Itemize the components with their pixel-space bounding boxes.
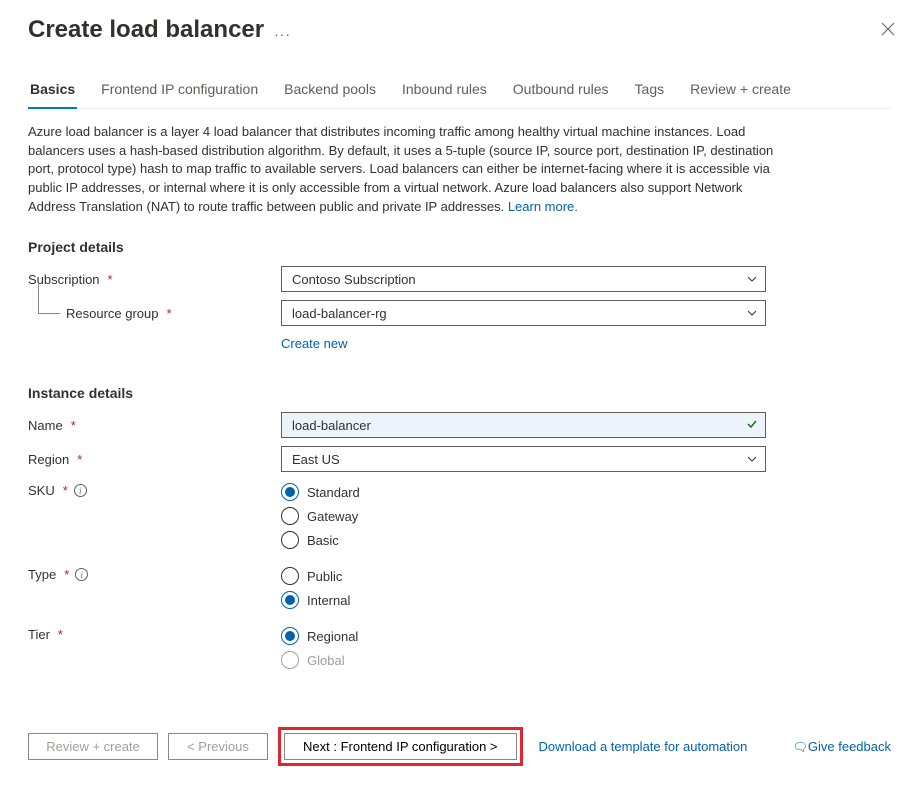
sku-radio-group: Standard Gateway Basic <box>281 483 360 549</box>
resource-group-label: Resource group <box>66 306 159 321</box>
feedback-icon: 🗨 <box>793 740 808 754</box>
sku-label: SKU <box>28 483 55 498</box>
info-icon[interactable]: i <box>75 568 88 581</box>
sku-option-basic[interactable]: Basic <box>281 531 360 549</box>
name-label: Name <box>28 418 63 433</box>
required-indicator: * <box>64 567 69 582</box>
required-indicator: * <box>71 418 76 433</box>
give-feedback-link[interactable]: 🗨Give feedback <box>793 739 891 754</box>
subscription-select[interactable]: Contoso Subscription <box>281 266 766 292</box>
type-option-internal[interactable]: Internal <box>281 591 350 609</box>
sku-option-standard[interactable]: Standard <box>281 483 360 501</box>
tab-tags[interactable]: Tags <box>633 73 667 109</box>
check-icon <box>746 417 758 433</box>
sku-option-gateway[interactable]: Gateway <box>281 507 360 525</box>
tree-connector <box>28 299 66 327</box>
next-button[interactable]: Next : Frontend IP configuration > <box>284 733 517 760</box>
info-icon[interactable]: i <box>74 484 87 497</box>
more-icon[interactable]: ··· <box>274 26 291 42</box>
create-new-link[interactable]: Create new <box>281 336 347 351</box>
description-text: Azure load balancer is a layer 4 load ba… <box>28 124 773 214</box>
type-radio-group: Public Internal <box>281 567 350 609</box>
tier-radio-group: Regional Global <box>281 627 358 669</box>
description: Azure load balancer is a layer 4 load ba… <box>28 123 788 217</box>
required-indicator: * <box>58 627 63 642</box>
tab-outbound[interactable]: Outbound rules <box>511 73 611 109</box>
tier-option-global: Global <box>281 651 358 669</box>
section-instance-details: Instance details <box>28 385 891 401</box>
required-indicator: * <box>63 483 68 498</box>
download-template-link[interactable]: Download a template for automation <box>539 739 748 754</box>
previous-button[interactable]: < Previous <box>168 733 268 760</box>
tab-inbound[interactable]: Inbound rules <box>400 73 489 109</box>
resource-group-select[interactable]: load-balancer-rg <box>281 300 766 326</box>
region-select[interactable]: East US <box>281 446 766 472</box>
section-project-details: Project details <box>28 239 891 255</box>
tab-backend[interactable]: Backend pools <box>282 73 378 109</box>
type-option-public[interactable]: Public <box>281 567 350 585</box>
tabs-bar: Basics Frontend IP configuration Backend… <box>28 73 891 109</box>
required-indicator: * <box>77 452 82 467</box>
tab-basics[interactable]: Basics <box>28 73 77 109</box>
next-button-highlight: Next : Frontend IP configuration > <box>278 727 523 766</box>
tab-frontend[interactable]: Frontend IP configuration <box>99 73 260 109</box>
tab-review[interactable]: Review + create <box>688 73 793 109</box>
review-create-button[interactable]: Review + create <box>28 733 158 760</box>
close-icon[interactable] <box>881 20 895 41</box>
name-input[interactable] <box>281 412 766 438</box>
region-label: Region <box>28 452 69 467</box>
learn-more-link[interactable]: Learn more. <box>508 199 578 214</box>
page-title: Create load balancer <box>28 16 264 45</box>
tier-label: Tier <box>28 627 50 642</box>
type-label: Type <box>28 567 56 582</box>
required-indicator: * <box>167 306 172 321</box>
footer-bar: Review + create < Previous Next : Fronte… <box>28 727 891 766</box>
required-indicator: * <box>108 272 113 287</box>
tier-option-regional[interactable]: Regional <box>281 627 358 645</box>
